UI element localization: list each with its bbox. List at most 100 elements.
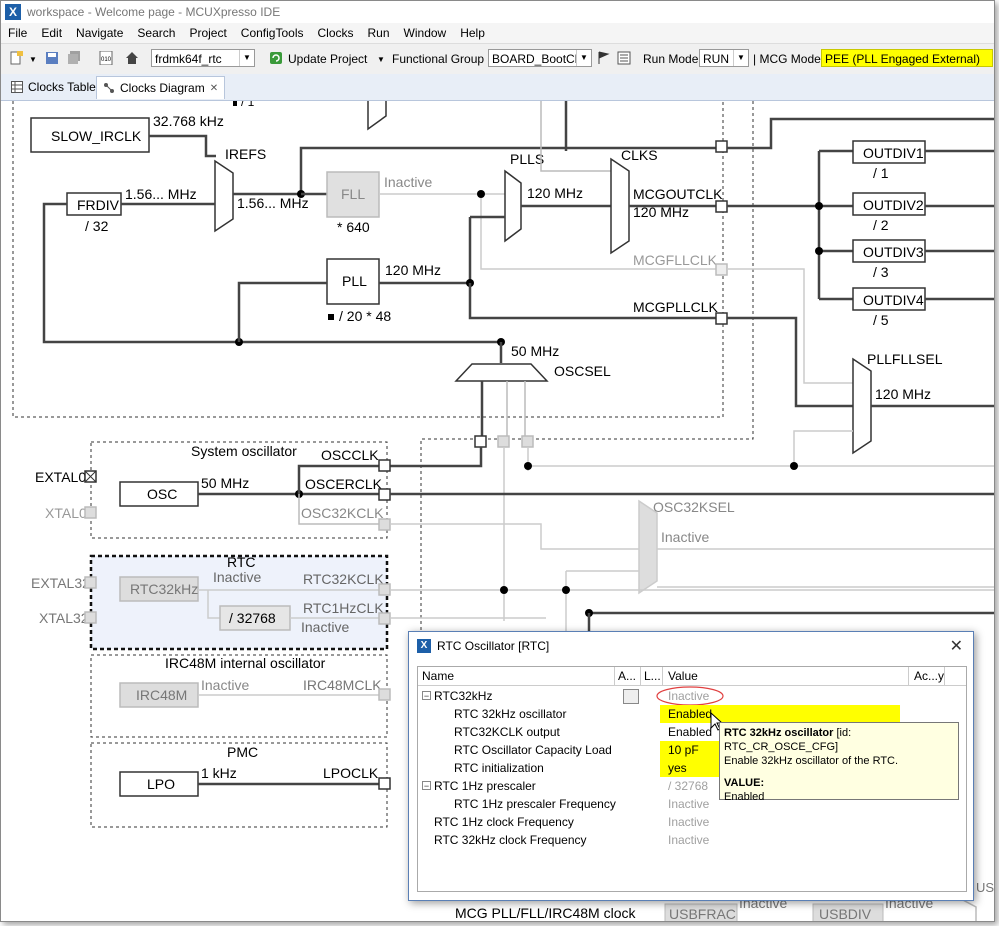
column-header-name[interactable]: Name: [422, 669, 454, 683]
frdiv-div: / 32: [85, 218, 109, 234]
save-all-icon[interactable]: [67, 51, 81, 65]
new-icon[interactable]: [9, 51, 23, 65]
binary-icon[interactable]: 010: [99, 51, 113, 65]
irc48m-section-title: IRC48M internal oscillator: [165, 655, 326, 671]
svg-text:/ 3: / 3: [873, 264, 889, 280]
column-header-value[interactable]: Value: [668, 669, 698, 683]
run-mode-label: Run Mode: [643, 52, 699, 66]
checkbox[interactable]: [623, 689, 639, 704]
rtc-div: / 32768: [229, 610, 276, 626]
column-header-access[interactable]: Ac...y: [914, 669, 944, 683]
rtc32khz-label: RTC32kHz: [130, 581, 198, 597]
usbdiv-label: USBDIV: [819, 906, 872, 921]
slow-irclk-freq: 32.768 kHz: [153, 113, 224, 129]
us-fragment: US: [976, 880, 994, 895]
list-icon[interactable]: [617, 51, 631, 65]
dialog-title-bar: X RTC Oscillator [RTC]: [409, 632, 973, 660]
home-icon[interactable]: [125, 51, 139, 65]
tooltip-description: Enable 32kHz oscillator of the RTC.: [724, 755, 899, 767]
pll-freq: 120 MHz: [385, 262, 441, 278]
table-row[interactable]: RTC 1Hz clock Frequency Inactive: [418, 813, 966, 831]
update-dropdown-icon[interactable]: ▼: [377, 49, 385, 69]
lock-icon: [233, 101, 237, 106]
svg-text:/ 1: / 1: [873, 165, 889, 181]
rtc1hzclk-label: RTC1HzCLK: [303, 600, 384, 616]
outdiv2-label: OUTDIV2: [863, 197, 924, 213]
tab-clocks-diagram[interactable]: Clocks Diagram ✕: [96, 76, 226, 99]
mcgfllclk-label: MCGFLLCLK: [633, 252, 718, 268]
menu-clocks[interactable]: Clocks: [311, 26, 361, 40]
project-select[interactable]: frdmk64f_rtc ▼: [151, 49, 255, 67]
extal0-label: EXTAL0: [35, 469, 86, 485]
close-icon[interactable]: ✕: [950, 636, 963, 656]
menu-edit[interactable]: Edit: [34, 26, 69, 40]
column-header-l[interactable]: L...: [644, 669, 661, 683]
save-icon[interactable]: [45, 51, 59, 65]
irefs-mux[interactable]: [214, 159, 234, 233]
fll-label: FLL: [341, 186, 365, 202]
osc32kclk-label: OSC32KCLK: [301, 505, 384, 521]
app-icon: X: [417, 639, 431, 653]
mcg-bottom-label: MCG PLL/FLL/IRC48M clock: [455, 905, 636, 921]
flag-icon[interactable]: [597, 51, 611, 65]
outdiv1-label: OUTDIV1: [863, 145, 924, 161]
column-header-a[interactable]: A...: [618, 669, 636, 683]
table-row[interactable]: − RTC32kHz Inactive: [418, 686, 966, 706]
extal32-pin[interactable]: [84, 576, 97, 589]
menu-project[interactable]: Project: [182, 26, 233, 40]
oscsel-mux[interactable]: [454, 363, 549, 382]
close-tab-icon[interactable]: ✕: [210, 83, 218, 94]
window-title: workspace - Welcome page - MCUXpresso ID…: [27, 5, 281, 19]
osc-freq: 50 MHz: [201, 475, 249, 491]
clks-label: CLKS: [621, 147, 658, 163]
menu-help[interactable]: Help: [453, 26, 492, 40]
rtc-inactive: Inactive: [213, 569, 261, 585]
lpoclk-label: LPOCLK: [323, 765, 379, 781]
new-dropdown-icon[interactable]: ▼: [29, 49, 37, 69]
menu-navigate[interactable]: Navigate: [69, 26, 130, 40]
menu-search[interactable]: Search: [130, 26, 182, 40]
functional-group-select[interactable]: BOARD_BootClo ▼: [488, 49, 592, 67]
outdiv3-label: OUTDIV3: [863, 244, 924, 260]
pllfllsel-mux[interactable]: [852, 357, 872, 455]
run-mode-select[interactable]: RUN ▼: [699, 49, 749, 67]
tab-clocks-table[interactable]: Clocks Table: [5, 76, 102, 98]
irefs-out-freq: 1.56... MHz: [237, 195, 309, 211]
frdiv-label: FRDIV: [77, 197, 120, 213]
xtal32-pin[interactable]: [84, 611, 97, 624]
mcg-mode-label: | MCG Mode: [753, 52, 821, 66]
svg-text:/ 1: / 1: [241, 101, 255, 109]
app-icon: X: [5, 4, 21, 20]
table-row[interactable]: RTC 32kHz oscillator Enabled: [418, 705, 966, 723]
menu-window[interactable]: Window: [397, 26, 454, 40]
collapse-icon[interactable]: −: [422, 691, 431, 701]
menu-run[interactable]: Run: [361, 26, 397, 40]
menu-configtools[interactable]: ConfigTools: [234, 26, 311, 40]
mcgpllclk-label: MCGPLLCLK: [633, 299, 718, 315]
tooltip: RTC 32kHz oscillator [id: RTC_CR_OSCE_CF…: [719, 722, 959, 803]
update-project-icon[interactable]: [269, 51, 283, 65]
chevron-down-icon: ▼: [576, 50, 591, 66]
osc-label: OSC: [147, 486, 177, 502]
plls-label: PLLS: [510, 151, 544, 167]
irefs-label: IREFS: [225, 146, 266, 162]
plls-mux[interactable]: [504, 169, 522, 243]
osc-50mhz: 50 MHz: [511, 343, 559, 359]
lpo-freq: 1 kHz: [201, 765, 237, 781]
update-project-button[interactable]: Update Project: [288, 49, 367, 69]
plls-freq: 120 MHz: [527, 185, 583, 201]
rtc-title: RTC: [227, 554, 256, 570]
menu-bar: File Edit Navigate Search Project Config…: [1, 23, 994, 43]
clks-mux[interactable]: [610, 157, 630, 255]
tooltip-title: RTC 32kHz oscillator: [724, 727, 834, 739]
collapse-icon[interactable]: −: [422, 781, 431, 791]
svg-text:010: 010: [101, 57, 112, 63]
xtal0-pin[interactable]: [84, 506, 97, 519]
table-row[interactable]: RTC 32kHz clock Frequency Inactive: [418, 831, 966, 849]
fll-mult: * 640: [337, 219, 370, 235]
osc32ksel-label: OSC32KSEL: [653, 499, 735, 515]
menu-file[interactable]: File: [1, 26, 34, 40]
pllfllsel-label: PLLFLLSEL: [867, 351, 943, 367]
pll-label: PLL: [342, 273, 367, 289]
mcg-mode-field[interactable]: PEE (PLL Engaged External): [821, 49, 993, 67]
